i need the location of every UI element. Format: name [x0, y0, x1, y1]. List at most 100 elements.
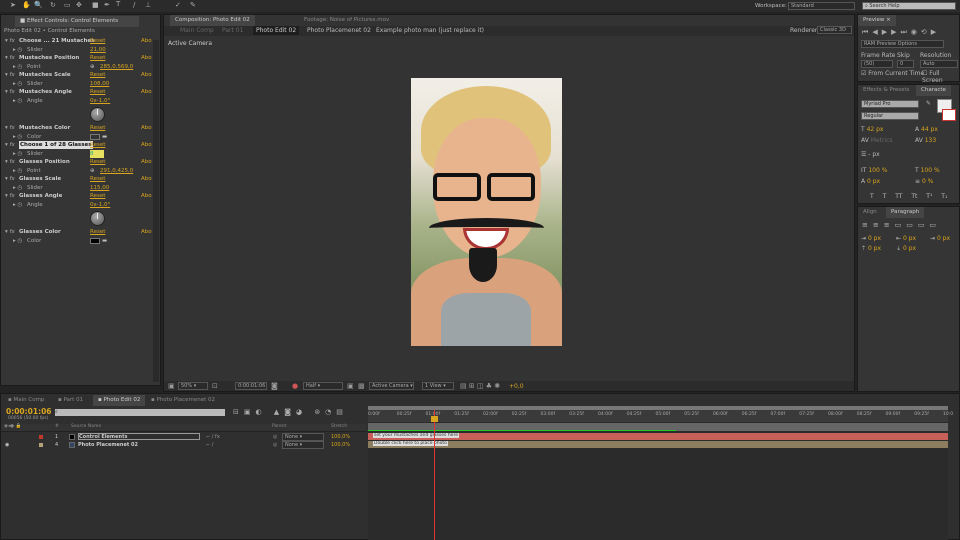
parent-pick-whip-icon[interactable]: ◎	[273, 441, 277, 449]
indent-right-field[interactable]: ⇤ 0 px	[896, 235, 916, 242]
property-value[interactable]: 21,00	[90, 46, 106, 54]
eyedropper-icon[interactable]: ▬	[102, 133, 107, 141]
alignment-buttons[interactable]: ≡≡≡▭▭▭▭	[862, 221, 941, 229]
stopwatch-icon[interactable]: ▸ ◷	[13, 63, 22, 71]
property-value[interactable]: 108,00	[90, 80, 109, 88]
time-ruler[interactable]: 0:00f 00:25f 01:00f 01:25f 02:00f 02:25f 03:00…	[368, 410, 953, 422]
exposure-value[interactable]: +0,0	[509, 383, 524, 390]
breadcrumb-example-photo[interactable]: Example photo man (just replace it)	[376, 27, 484, 34]
crosshair-icon[interactable]: ⊕	[90, 167, 95, 175]
all-caps-button[interactable]: TT	[895, 193, 902, 200]
stopwatch-icon[interactable]: ▸ ◷	[13, 150, 22, 158]
stopwatch-icon[interactable]: ▸ ◷	[13, 201, 22, 209]
about-link[interactable]: Abo	[141, 175, 152, 183]
camera-select[interactable]: Active Camera ▾	[369, 382, 414, 390]
stopwatch-icon[interactable]: ▸ ◷	[13, 133, 22, 141]
angle-dial[interactable]	[90, 210, 105, 226]
tab-character[interactable]: Characte	[916, 85, 951, 96]
layer-duration-bar[interactable]: Double click here to place photo	[368, 441, 948, 448]
about-link[interactable]: Abo	[141, 192, 152, 200]
reset-link[interactable]: Reset	[90, 141, 105, 149]
first-frame-icon[interactable]: ⏮	[862, 28, 872, 36]
effect-row[interactable]: ▾ fx Mustaches Scale Reset Abo	[1, 71, 153, 79]
stopwatch-icon[interactable]: ▸ ◷	[13, 237, 22, 245]
stopwatch-icon[interactable]: ▸ ◷	[13, 184, 22, 192]
reset-link[interactable]: Reset	[90, 71, 105, 79]
kerning-field[interactable]: AV Metrics	[861, 137, 893, 144]
effect-row[interactable]: ▾ fx Glasses Color Reset Abo	[1, 228, 153, 236]
tsume-field[interactable]: ≡ 0 %	[915, 178, 933, 185]
tracking-field[interactable]: AV 133	[915, 137, 936, 144]
breadcrumb-main-comp[interactable]: Main Comp	[180, 27, 214, 34]
effect-row[interactable]: ▾ fx Mustaches Color Reset Abo	[1, 124, 153, 132]
tab-composition[interactable]: Composition: Photo Edit 02	[170, 15, 255, 26]
property-value[interactable]: 291,0,425,0	[100, 167, 133, 175]
label-color[interactable]	[39, 435, 43, 439]
expand-arrow-icon[interactable]: ▾ fx	[5, 192, 15, 200]
about-link[interactable]: Abo	[141, 37, 152, 45]
snapshot-icon[interactable]: ◙	[271, 382, 278, 390]
font-size-field[interactable]: T 42 px	[861, 126, 883, 133]
selection-tool-icon[interactable]: ➤	[10, 1, 16, 9]
col-stretch[interactable]: Stretch	[331, 424, 347, 429]
stopwatch-icon[interactable]: ▸ ◷	[13, 97, 22, 105]
timeline-tab[interactable]: ▪ Main Comp	[3, 395, 49, 406]
layer-switches[interactable]: ⌐ /	[206, 441, 213, 449]
layer-search-input[interactable]: ⌕	[55, 409, 225, 416]
hand-tool-icon[interactable]: ✋	[22, 1, 31, 9]
resolution-select[interactable]: Auto	[920, 60, 958, 68]
tab-preview[interactable]: Preview ×	[858, 15, 896, 26]
col-parent[interactable]: Parent	[272, 424, 286, 429]
col-source-name[interactable]: Source Name	[71, 424, 101, 429]
property-value[interactable]: 285,0,569,0	[100, 63, 133, 71]
subscript-button[interactable]: T₁	[941, 193, 947, 200]
layer-name[interactable]: Control Elements	[78, 433, 200, 440]
color-channel-icon[interactable]: ●	[292, 382, 298, 390]
stopwatch-icon[interactable]: ▸ ◷	[13, 167, 22, 175]
pen-tool-icon[interactable]: ✒	[104, 1, 110, 9]
reset-link[interactable]: Reset	[90, 228, 105, 236]
expand-arrow-icon[interactable]: ▾ fx	[5, 54, 15, 62]
stopwatch-icon[interactable]: ▸ ◷	[13, 46, 22, 54]
effect-row[interactable]: ▾ fx Glasses Position Reset Abo	[1, 158, 153, 166]
pan-behind-tool-icon[interactable]: ✥	[76, 1, 82, 9]
reset-link[interactable]: Reset	[90, 37, 105, 45]
transparency-grid-icon[interactable]: ▩	[358, 382, 365, 390]
always-preview-icon[interactable]: ▣	[168, 382, 175, 390]
stroke-width-field[interactable]: ☰ - px	[861, 151, 880, 158]
effect-row[interactable]: ▾ fx Choose ... 21 Mustaches Reset Abo	[1, 37, 153, 45]
visibility-icon[interactable]: ◉	[5, 441, 9, 449]
stopwatch-icon[interactable]: ▸ ◷	[13, 80, 22, 88]
expand-arrow-icon[interactable]: ▾ fx	[5, 124, 15, 132]
indent-left-field[interactable]: ⇥ 0 px	[861, 235, 881, 242]
baseline-shift-field[interactable]: A 0 px	[861, 178, 880, 185]
grid-icon[interactable]: ⊡	[212, 382, 218, 390]
font-style-select[interactable]: Regular	[861, 112, 919, 120]
loop-icon[interactable]: ⟲	[921, 28, 931, 36]
current-time[interactable]: 0:00:01:06	[6, 407, 52, 416]
slider-value-input[interactable]: 8	[90, 149, 104, 158]
parent-pick-whip-icon[interactable]: ◎	[273, 433, 277, 441]
effect-row[interactable]: ▾ fx Glasses Scale Reset Abo	[1, 175, 153, 183]
color-swatch[interactable]	[90, 133, 100, 140]
camera-tool-icon[interactable]: ▭	[64, 1, 71, 9]
indent-first-field[interactable]: ⇥ 0 px	[930, 235, 950, 242]
skip-select[interactable]: 0	[897, 60, 914, 68]
views-select[interactable]: 1 View ▾	[422, 382, 454, 390]
reset-link[interactable]: Reset	[90, 124, 105, 132]
timecode-display[interactable]: 0:00:01:06	[235, 382, 267, 390]
effect-row[interactable]: ▾ fx Mustaches Position Reset Abo	[1, 54, 153, 62]
vertical-scale-field[interactable]: IT 100 %	[861, 167, 887, 174]
label-color[interactable]	[39, 443, 43, 447]
parent-select[interactable]: None ▾	[282, 433, 324, 441]
zoom-tool-icon[interactable]: 🔍	[34, 1, 43, 9]
search-help-input[interactable]: ⌕ Search Help	[862, 2, 956, 10]
breadcrumb-photo-placement[interactable]: Photo Placemenet 02	[307, 27, 371, 34]
small-caps-button[interactable]: Tt	[911, 193, 917, 200]
audio-icon[interactable]: ◉	[911, 28, 921, 36]
toggle-pixel-icon[interactable]: ▤ ⊞ ◫ ♣ ✺	[460, 382, 500, 390]
expand-arrow-icon[interactable]: ▾ fx	[5, 37, 15, 45]
rotate-tool-icon[interactable]: ↻	[50, 1, 56, 9]
about-link[interactable]: Abo	[141, 228, 152, 236]
stretch-value[interactable]: 100,0%	[331, 441, 350, 449]
